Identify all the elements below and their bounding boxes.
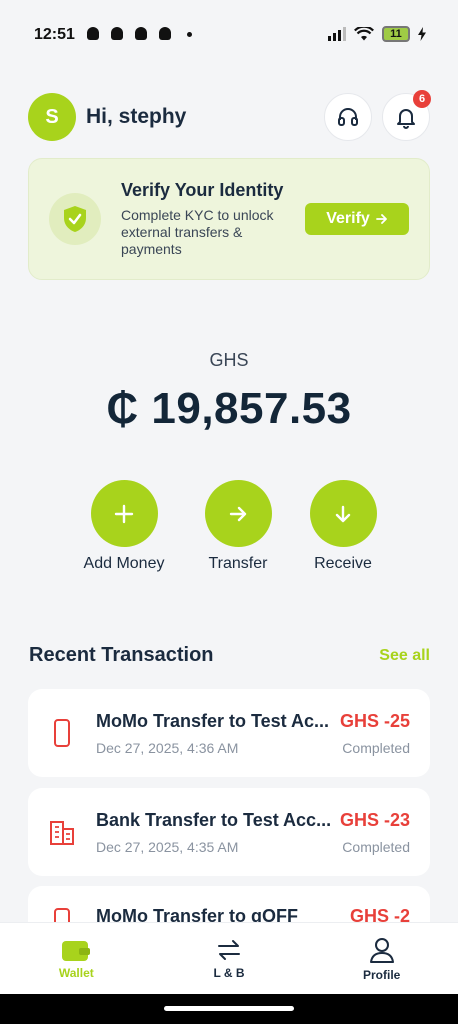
arrow-right-icon: [229, 506, 247, 521]
snapchat-ghost-icon: [133, 26, 149, 42]
transaction-title: Bank Transfer to Test Acc...: [96, 809, 332, 830]
transaction-row[interactable]: MoMo Transfer to Test Ac... Dec 27, 2025…: [28, 689, 430, 777]
transfer-label: Transfer: [208, 555, 268, 572]
see-all-link[interactable]: See all: [379, 647, 430, 665]
kyc-shield-container: [49, 193, 101, 245]
shield-check-icon: [64, 206, 86, 232]
wifi-icon: [354, 27, 374, 41]
bottom-navigation: Wallet L & B Profile: [0, 922, 458, 994]
swap-arrows-icon: [218, 939, 240, 960]
greeting: Hi, stephy: [86, 105, 187, 128]
nav-item-profile[interactable]: Profile: [305, 923, 458, 994]
nav-item-wallet[interactable]: Wallet: [0, 923, 153, 994]
kyc-text: Verify Your Identity Complete KYC to unl…: [121, 180, 291, 258]
notification-icons: [85, 26, 192, 42]
more-notifications-dot: [186, 31, 192, 37]
snapchat-ghost-icon: [85, 26, 101, 42]
verify-button[interactable]: Verify: [305, 203, 409, 235]
transaction-date: Dec 27, 2025, 4:36 AM: [96, 739, 239, 756]
transaction-title: MoMo Transfer to Test Ac...: [96, 710, 330, 731]
transaction-amount: GHS -23: [339, 809, 410, 830]
nav-item-l-and-b[interactable]: L & B: [153, 923, 306, 994]
verify-button-label: Verify: [326, 210, 370, 227]
transaction-details: Bank Transfer to Test Acc... Dec 27, 202…: [96, 810, 336, 855]
status-indicators: 11: [328, 26, 426, 42]
avatar[interactable]: S: [28, 93, 76, 141]
recent-transactions-title: Recent Transaction: [29, 644, 214, 666]
transaction-status: Completed: [342, 739, 410, 756]
recent-transactions-header: Recent Transaction See all: [29, 644, 430, 667]
arrow-down-icon: [335, 505, 351, 522]
header: S Hi, stephy 6: [28, 90, 431, 142]
receive-label: Receive: [314, 555, 372, 572]
receive-circle[interactable]: [309, 480, 377, 547]
kyc-card: Verify Your Identity Complete KYC to unl…: [28, 158, 430, 280]
support-button[interactable]: [324, 93, 372, 141]
battery-icon: 11: [382, 26, 410, 42]
transaction-summary: GHS -23 Completed: [340, 810, 410, 855]
balance-amount: ₵ 19,857.53: [106, 384, 352, 433]
add-money-button[interactable]: Add Money: [64, 480, 184, 573]
arrow-right-icon: [375, 214, 387, 224]
receive-button[interactable]: Receive: [283, 480, 403, 573]
home-indicator: [0, 994, 458, 1024]
add-money-label: Add Money: [83, 555, 165, 572]
kyc-description: Complete KYC to unlock external transfer…: [121, 207, 274, 257]
transaction-summary: GHS -25 Completed: [340, 711, 410, 756]
balance-currency: GHS: [209, 350, 249, 370]
phone-icon: [48, 717, 76, 749]
notification-badge: 6: [413, 90, 431, 108]
user-icon: [369, 937, 394, 963]
transfer-circle[interactable]: [204, 480, 272, 547]
transaction-row[interactable]: Bank Transfer to Test Acc... Dec 27, 202…: [28, 788, 430, 876]
notifications-button[interactable]: 6: [382, 90, 431, 141]
nav-label-wallet: Wallet: [58, 965, 94, 980]
nav-label-profile: Profile: [363, 967, 401, 982]
header-actions: 6: [324, 90, 431, 141]
signal-icon: [328, 27, 346, 41]
snapchat-ghost-icon: [109, 26, 125, 42]
wallet-icon: [62, 940, 91, 961]
transaction-amount: GHS -25: [339, 710, 410, 731]
transaction-date: Dec 27, 2025, 4:35 AM: [96, 838, 239, 855]
transfer-button[interactable]: Transfer: [178, 480, 298, 573]
transaction-details: MoMo Transfer to Test Ac... Dec 27, 2025…: [96, 711, 336, 756]
quick-actions: Add Money Transfer Receive: [0, 480, 458, 580]
bank-building-icon: [48, 816, 76, 848]
kyc-title: Verify Your Identity: [121, 180, 284, 200]
bell-icon: [397, 109, 415, 129]
snapchat-ghost-icon: [157, 26, 173, 42]
plus-icon: [114, 504, 134, 523]
charging-icon: [418, 27, 426, 41]
transaction-status: Completed: [342, 838, 410, 855]
add-money-circle[interactable]: [90, 480, 158, 547]
headphones-icon: [338, 108, 358, 126]
status-time: 12:51: [34, 26, 75, 43]
nav-label-l-and-b: L & B: [213, 965, 245, 980]
status-bar: 12:51 11: [0, 0, 458, 70]
